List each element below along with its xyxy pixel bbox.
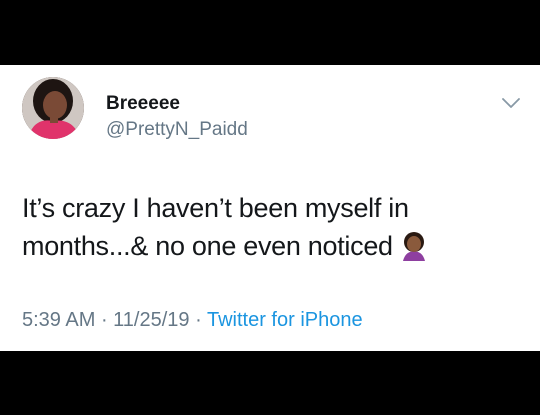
- tweet-metadata: 5:39 AM · 11/25/19 · Twitter for iPhone: [22, 309, 363, 332]
- separator: ·: [189, 309, 207, 331]
- display-name[interactable]: Breeeee: [106, 93, 180, 115]
- separator: ·: [95, 309, 114, 331]
- tweet-text: It’s crazy I haven’t been myself in mont…: [22, 189, 522, 271]
- tweet-text-line: months...& no one even noticed: [22, 227, 522, 271]
- tweet-date[interactable]: 11/25/19: [113, 309, 189, 331]
- avatar[interactable]: [22, 77, 84, 139]
- chevron-down-icon[interactable]: [500, 95, 522, 111]
- screenshot-frame: Breeeee @PrettyN_Paidd It’s crazy I have…: [0, 0, 540, 415]
- tweet-source-link[interactable]: Twitter for iPhone: [207, 309, 363, 331]
- user-handle[interactable]: @PrettyN_Paidd: [106, 119, 248, 141]
- tweet-text-line-content: months...& no one even noticed: [22, 231, 393, 261]
- tweet-time[interactable]: 5:39 AM: [22, 309, 95, 331]
- tweet-text-line: It’s crazy I haven’t been myself in: [22, 193, 409, 223]
- face-palm-woman-icon: [399, 231, 429, 271]
- tweet-card: Breeeee @PrettyN_Paidd It’s crazy I have…: [0, 65, 540, 351]
